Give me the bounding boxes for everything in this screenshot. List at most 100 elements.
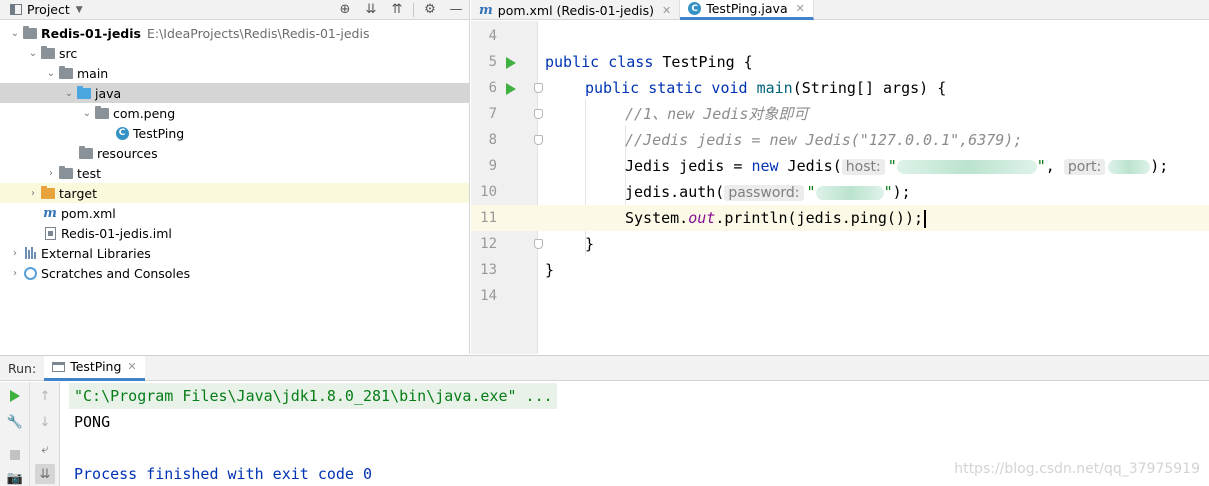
redacted-host bbox=[896, 159, 1037, 174]
up-arrow-icon: ↑ bbox=[39, 388, 51, 404]
close-icon[interactable]: ✕ bbox=[662, 4, 671, 17]
fold-icon[interactable] bbox=[534, 83, 543, 93]
chevron-down-icon[interactable]: ⌄ bbox=[8, 28, 22, 39]
chevron-down-icon[interactable]: ⌄ bbox=[26, 48, 40, 59]
line-number: 4 bbox=[488, 28, 497, 44]
close-icon[interactable]: ✕ bbox=[127, 360, 136, 373]
folder-icon bbox=[58, 165, 74, 180]
collapse-all-icon[interactable]: ⇈ bbox=[384, 2, 410, 17]
toolbar-divider bbox=[413, 2, 414, 17]
run-tab-label: TestPing bbox=[70, 359, 122, 374]
iml-file-icon bbox=[42, 226, 58, 240]
tree-item-label: Redis-01-jedis.iml bbox=[61, 225, 172, 241]
close-icon[interactable]: ✕ bbox=[796, 2, 805, 15]
module-folder-icon bbox=[22, 25, 38, 40]
run-toolbar-primary: 🔧 📷 bbox=[0, 382, 30, 486]
settings-button[interactable]: 🔧 bbox=[5, 412, 25, 432]
code-line: 8 //Jedis jedis = new Jedis("127.0.0.1",… bbox=[471, 127, 1209, 153]
chevron-right-icon[interactable]: › bbox=[8, 268, 22, 279]
tree-item-src[interactable]: ⌄ src bbox=[0, 43, 469, 63]
maven-icon: m bbox=[479, 2, 493, 18]
tree-item-label: com.peng bbox=[113, 105, 176, 121]
code-line: 12 } bbox=[471, 231, 1209, 257]
code-editor[interactable]: 4 5 public class TestPing { 6 public sta… bbox=[471, 21, 1209, 354]
project-panel: Project ▼ ⊕ ⇊ ⇈ ⚙ — ⌄ Redis-01-jedis E:\… bbox=[0, 0, 470, 354]
scroll-to-end-icon: ⇊ bbox=[39, 466, 51, 482]
line-number: 6 bbox=[488, 80, 497, 96]
project-view-selector[interactable]: Project ▼ bbox=[0, 2, 83, 17]
code-text: Jedis jedis = new Jedis(host: " ", port:); bbox=[625, 157, 1169, 175]
code-text: public static void main(String[] args) { bbox=[585, 79, 947, 97]
fold-icon[interactable] bbox=[534, 109, 543, 119]
parameter-hint-host: host: bbox=[841, 159, 885, 175]
line-number: 9 bbox=[488, 158, 497, 174]
tab-label: TestPing.java bbox=[706, 1, 788, 16]
run-gutter-icon[interactable] bbox=[506, 83, 516, 95]
run-config-icon bbox=[52, 361, 66, 372]
tree-item-resources[interactable]: resources bbox=[0, 143, 469, 163]
camera-icon: 📷 bbox=[6, 471, 24, 486]
text-caret bbox=[924, 209, 927, 228]
code-line: 4 bbox=[471, 23, 1209, 49]
tree-item-project-root[interactable]: ⌄ Redis-01-jedis E:\IdeaProjects\Redis\R… bbox=[0, 23, 469, 43]
folder-icon bbox=[58, 65, 74, 80]
down-arrow-icon: ↓ bbox=[39, 414, 51, 430]
rerun-button[interactable] bbox=[5, 386, 25, 406]
fold-icon[interactable] bbox=[534, 239, 543, 249]
redacted-password bbox=[815, 185, 884, 200]
stop-button[interactable] bbox=[5, 445, 25, 465]
maven-icon: m bbox=[43, 205, 57, 221]
tree-item-main[interactable]: ⌄ main bbox=[0, 63, 469, 83]
code-line: 5 public class TestPing { bbox=[471, 49, 1209, 75]
minimize-icon[interactable]: — bbox=[443, 2, 469, 17]
gear-icon[interactable]: ⚙ bbox=[417, 2, 443, 17]
chevron-down-icon[interactable]: ⌄ bbox=[80, 108, 94, 119]
chevron-right-icon[interactable]: › bbox=[44, 168, 58, 179]
line-number: 7 bbox=[488, 106, 497, 122]
tree-item-label: pom.xml bbox=[61, 205, 116, 221]
code-line: 10 jedis.auth(password: " "); bbox=[471, 179, 1209, 205]
fold-icon[interactable] bbox=[534, 135, 543, 145]
tree-item-label: TestPing bbox=[133, 125, 185, 141]
chevron-down-icon[interactable]: ⌄ bbox=[44, 68, 58, 79]
project-panel-header: Project ▼ ⊕ ⇊ ⇈ ⚙ — bbox=[0, 0, 469, 20]
tree-item-test[interactable]: › test bbox=[0, 163, 469, 183]
tree-item-iml[interactable]: Redis-01-jedis.iml bbox=[0, 223, 469, 243]
parameter-hint-password: password: bbox=[724, 185, 804, 201]
line-number: 13 bbox=[480, 262, 497, 278]
line-number: 8 bbox=[488, 132, 497, 148]
code-line: 14 bbox=[471, 283, 1209, 309]
tab-testping-java[interactable]: C TestPing.java ✕ bbox=[680, 0, 814, 20]
up-button[interactable]: ↑ bbox=[35, 386, 55, 406]
tree-item-java[interactable]: ⌄ java bbox=[0, 83, 469, 103]
code-line: 7 //1、new Jedis对象即可 bbox=[471, 101, 1209, 127]
tree-item-scratches[interactable]: › Scratches and Consoles bbox=[0, 263, 469, 283]
tab-pom-xml[interactable]: m pom.xml (Redis-01-jedis) ✕ bbox=[471, 0, 681, 20]
tree-item-com-peng[interactable]: ⌄ com.peng bbox=[0, 103, 469, 123]
line-number: 12 bbox=[480, 236, 497, 252]
project-header-toolbar: ⊕ ⇊ ⇈ ⚙ — bbox=[332, 2, 469, 17]
chevron-down-icon[interactable]: ⌄ bbox=[62, 88, 76, 99]
camera-button[interactable]: 📷 bbox=[5, 470, 25, 486]
tree-item-external-libraries[interactable]: › External Libraries bbox=[0, 243, 469, 263]
tree-item-pom-xml[interactable]: m pom.xml bbox=[0, 203, 469, 223]
soft-wrap-button[interactable]: ⤶ bbox=[35, 439, 55, 459]
project-view-icon bbox=[10, 4, 22, 15]
tree-item-testping[interactable]: C TestPing bbox=[0, 123, 469, 143]
java-class-icon: C bbox=[688, 2, 702, 15]
run-tab-testping[interactable]: TestPing ✕ bbox=[44, 355, 145, 381]
line-number: 11 bbox=[471, 205, 497, 231]
run-tool-window: Run: TestPing ✕ 🔧 📷 ↑ ↓ ⤶ ⇊ "C:\Program … bbox=[0, 355, 1209, 486]
down-button[interactable]: ↓ bbox=[35, 412, 55, 432]
locate-icon[interactable]: ⊕ bbox=[332, 2, 358, 17]
expand-all-icon[interactable]: ⇊ bbox=[358, 2, 384, 17]
chevron-right-icon[interactable]: › bbox=[26, 188, 40, 199]
scroll-to-end-button[interactable]: ⇊ bbox=[35, 464, 55, 484]
code-line: 9 Jedis jedis = new Jedis(host: " ", port:… bbox=[471, 153, 1209, 179]
run-gutter-icon[interactable] bbox=[506, 57, 516, 69]
chevron-right-icon[interactable]: › bbox=[8, 248, 22, 259]
excluded-folder-icon bbox=[40, 185, 56, 200]
code-text: } bbox=[585, 235, 595, 253]
dropdown-arrow-icon: ▼ bbox=[75, 4, 83, 15]
tree-item-target[interactable]: › target bbox=[0, 183, 469, 203]
